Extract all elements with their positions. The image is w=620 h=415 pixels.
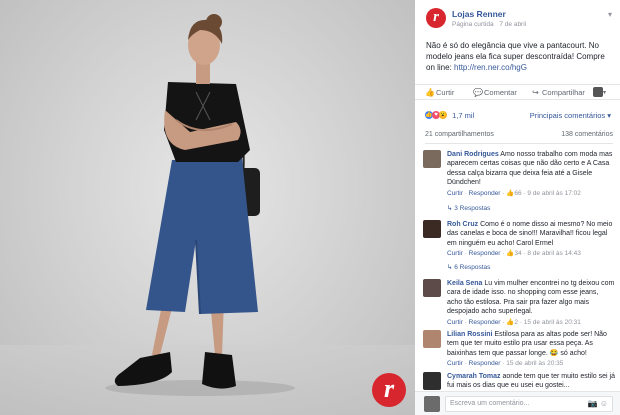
comment-input[interactable]: Escreva um comentário... 📷 ☺ [445,396,613,412]
view-replies-link[interactable]: ↳ 6 Respostas [447,263,490,271]
thumbs-up-icon: 👍 [425,88,435,97]
comment-input-placeholder: Escreva um comentário... [450,400,530,407]
comment-input-icons: 📷 ☺ [588,397,608,411]
comment-author[interactable]: Lilian Rossini [447,331,493,338]
comment-author[interactable]: Keila Sena [447,280,482,287]
comment-date[interactable]: 15 de abril às 20:31 [524,319,581,326]
avatar [424,396,440,412]
comment-meta: Curtir · Responder · 👍66 · 9 de abril às… [447,189,581,197]
like-comment-link[interactable]: Curtir [447,360,463,367]
share-arrow-icon: ↪ [532,88,539,97]
comment-author[interactable]: Dani Rodrigues [447,151,499,158]
avatar[interactable] [423,220,441,238]
page-name-link[interactable]: Lojas Renner [452,9,506,19]
camera-icon[interactable]: 📷 [588,399,598,408]
reply-link[interactable]: Responder [469,250,501,257]
write-comment-bar: Escreva um comentário... 📷 ☺ [415,391,620,415]
avatar[interactable] [423,279,441,297]
post-options-chevron-icon[interactable]: ▾ [608,10,612,19]
avatar[interactable] [423,372,441,390]
post-meta: Página curtida 7 de abril [452,21,530,28]
comment-author[interactable]: Cymarah Tomaz [447,373,501,380]
post-actions-bar: 👍Curtir 💬Comentar ↪ Compartilhar ▾ [415,84,620,100]
smiley-icon[interactable]: ☺ [600,399,608,408]
reply-arrow-icon: ↳ [447,264,453,271]
like-comment-link[interactable]: Curtir [447,250,463,257]
share-button[interactable]: ↪ Compartilhar [531,88,585,97]
comment-like-count: 66 [514,189,522,197]
reply-link[interactable]: Responder [469,360,501,367]
like-comment-link[interactable]: Curtir [447,190,463,197]
model-illustration [105,14,295,396]
post-panel: r Lojas Renner Página curtida 7 de abril… [415,0,620,415]
comment-meta: Curtir · Responder · 👍2 · 15 de abril às… [447,318,581,326]
reaction-count[interactable]: 1,7 mil [452,111,474,120]
reply-arrow-icon: ↳ [447,205,453,212]
replies-count: 6 Respostas [454,264,491,271]
comment-count[interactable]: 138 comentários [561,131,613,138]
comment-meta: Curtir · Responder · 15 de abril às 20:3… [447,360,564,368]
page-avatar[interactable]: r [426,8,446,28]
reply-link[interactable]: Responder [469,319,501,326]
share-label: Compartilhar [542,88,585,97]
wow-reaction-icon: 😮 [439,111,447,120]
post-link[interactable]: http://ren.ner.co/hgG [454,63,527,72]
post-photo[interactable]: r [0,0,415,415]
comment-author[interactable]: Roh Cruz [447,221,478,228]
comment-like-count: 2 [514,318,518,326]
comment-date[interactable]: 15 de abril às 20:35 [506,360,563,367]
avatar [593,87,603,98]
view-replies-link[interactable]: ↳ 3 Respostas [447,204,490,212]
comment-label: Comentar [484,88,517,97]
reply-link[interactable]: Responder [469,190,501,197]
like-comment-link[interactable]: Curtir [447,319,463,326]
avatar[interactable] [423,330,441,348]
post-meta-type: Página curtida [452,21,494,28]
like-button[interactable]: 👍Curtir [425,88,454,97]
replies-count: 3 Respostas [454,205,491,212]
post-text: Não é só do elegância que vive a pantaco… [426,40,614,73]
post-as-selector[interactable]: ▾ [593,87,607,98]
share-comment-counts: 21 compartilhamentos 138 comentários [425,131,613,144]
reactions-summary[interactable]: 👍♥😮 1,7 mil Principais comentários ▾ [425,110,615,122]
comment-date[interactable]: 8 de abril às 14:43 [527,250,580,257]
post-meta-date[interactable]: 7 de abril [499,21,526,28]
comment-sort-dropdown[interactable]: Principais comentários ▾ [530,111,611,120]
avatar[interactable] [423,150,441,168]
comment-like-count: 34 [514,250,522,258]
comment-meta: Curtir · Responder · 👍34 · 8 de abril às… [447,250,581,258]
like-label: Curtir [436,88,455,97]
comment-button[interactable]: 💬Comentar [473,88,517,97]
chevron-down-icon: ▾ [603,90,607,96]
brand-watermark-logo: r [372,373,406,407]
share-count[interactable]: 21 compartilhamentos [425,131,494,138]
comment-date[interactable]: 9 de abril às 17:02 [527,190,580,197]
post-header: r Lojas Renner Página curtida 7 de abril… [426,8,616,30]
speech-bubble-icon: 💬 [473,88,483,97]
